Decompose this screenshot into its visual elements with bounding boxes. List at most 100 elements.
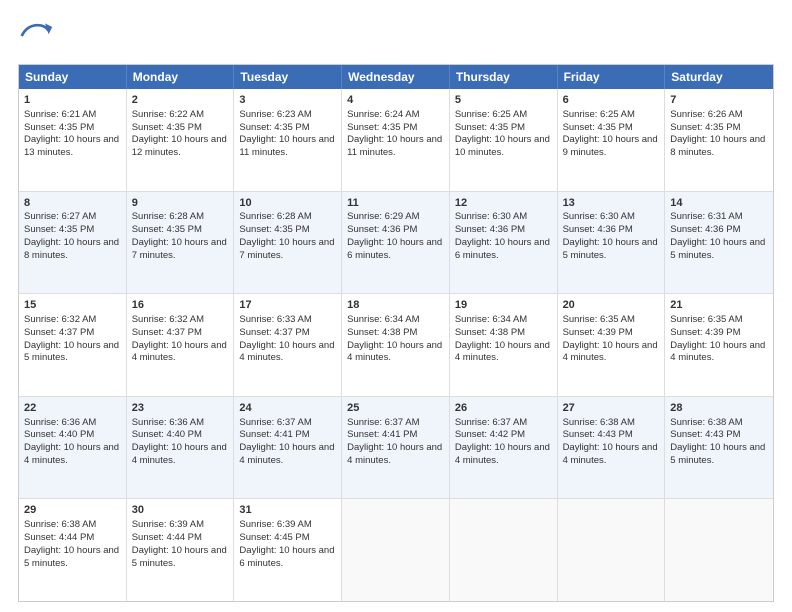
daylight: Daylight: 10 hours and 5 minutes.	[24, 545, 119, 569]
calendar-cell: 20 Sunrise: 6:35 AM Sunset: 4:39 PM Dayl…	[558, 294, 666, 396]
sunrise: Sunrise: 6:37 AM	[347, 417, 419, 428]
page: SundayMondayTuesdayWednesdayThursdayFrid…	[0, 0, 792, 612]
sunrise: Sunrise: 6:33 AM	[239, 314, 311, 325]
sunset: Sunset: 4:38 PM	[455, 327, 525, 338]
sunrise: Sunrise: 6:22 AM	[132, 109, 204, 120]
sunset: Sunset: 4:36 PM	[670, 224, 740, 235]
calendar-cell	[342, 499, 450, 601]
sunset: Sunset: 4:36 PM	[455, 224, 525, 235]
day-number: 3	[239, 93, 336, 108]
daylight: Daylight: 10 hours and 5 minutes.	[670, 237, 765, 261]
sunrise: Sunrise: 6:32 AM	[24, 314, 96, 325]
calendar-cell: 23 Sunrise: 6:36 AM Sunset: 4:40 PM Dayl…	[127, 397, 235, 499]
sunrise: Sunrise: 6:39 AM	[132, 519, 204, 530]
daylight: Daylight: 10 hours and 4 minutes.	[239, 340, 334, 364]
sunset: Sunset: 4:41 PM	[347, 429, 417, 440]
sunset: Sunset: 4:39 PM	[670, 327, 740, 338]
day-number: 12	[455, 196, 552, 211]
day-number: 6	[563, 93, 660, 108]
day-number: 1	[24, 93, 121, 108]
calendar-cell: 9 Sunrise: 6:28 AM Sunset: 4:35 PM Dayli…	[127, 192, 235, 294]
calendar-row: 1 Sunrise: 6:21 AM Sunset: 4:35 PM Dayli…	[19, 89, 773, 191]
day-number: 18	[347, 298, 444, 313]
sunset: Sunset: 4:35 PM	[24, 224, 94, 235]
sunset: Sunset: 4:41 PM	[239, 429, 309, 440]
sunrise: Sunrise: 6:37 AM	[455, 417, 527, 428]
day-number: 2	[132, 93, 229, 108]
day-number: 23	[132, 401, 229, 416]
sunset: Sunset: 4:37 PM	[132, 327, 202, 338]
sunrise: Sunrise: 6:25 AM	[455, 109, 527, 120]
daylight: Daylight: 10 hours and 13 minutes.	[24, 134, 119, 158]
calendar-cell: 21 Sunrise: 6:35 AM Sunset: 4:39 PM Dayl…	[665, 294, 773, 396]
sunrise: Sunrise: 6:36 AM	[132, 417, 204, 428]
calendar-cell: 18 Sunrise: 6:34 AM Sunset: 4:38 PM Dayl…	[342, 294, 450, 396]
daylight: Daylight: 10 hours and 9 minutes.	[563, 134, 658, 158]
day-number: 8	[24, 196, 121, 211]
day-number: 16	[132, 298, 229, 313]
daylight: Daylight: 10 hours and 6 minutes.	[347, 237, 442, 261]
day-number: 4	[347, 93, 444, 108]
sunset: Sunset: 4:44 PM	[132, 532, 202, 543]
weekday-header: Monday	[127, 65, 235, 89]
day-number: 15	[24, 298, 121, 313]
sunrise: Sunrise: 6:32 AM	[132, 314, 204, 325]
sunset: Sunset: 4:40 PM	[24, 429, 94, 440]
calendar-cell: 28 Sunrise: 6:38 AM Sunset: 4:43 PM Dayl…	[665, 397, 773, 499]
sunset: Sunset: 4:36 PM	[563, 224, 633, 235]
day-number: 25	[347, 401, 444, 416]
sunset: Sunset: 4:35 PM	[347, 122, 417, 133]
sunrise: Sunrise: 6:27 AM	[24, 211, 96, 222]
day-number: 7	[670, 93, 768, 108]
calendar-cell: 27 Sunrise: 6:38 AM Sunset: 4:43 PM Dayl…	[558, 397, 666, 499]
daylight: Daylight: 10 hours and 4 minutes.	[24, 442, 119, 466]
sunset: Sunset: 4:35 PM	[670, 122, 740, 133]
day-number: 26	[455, 401, 552, 416]
calendar-cell	[450, 499, 558, 601]
daylight: Daylight: 10 hours and 10 minutes.	[455, 134, 550, 158]
weekday-header: Saturday	[665, 65, 773, 89]
sunset: Sunset: 4:36 PM	[347, 224, 417, 235]
daylight: Daylight: 10 hours and 4 minutes.	[347, 340, 442, 364]
daylight: Daylight: 10 hours and 6 minutes.	[455, 237, 550, 261]
calendar-cell: 14 Sunrise: 6:31 AM Sunset: 4:36 PM Dayl…	[665, 192, 773, 294]
sunset: Sunset: 4:35 PM	[24, 122, 94, 133]
sunset: Sunset: 4:42 PM	[455, 429, 525, 440]
daylight: Daylight: 10 hours and 7 minutes.	[239, 237, 334, 261]
calendar-cell: 29 Sunrise: 6:38 AM Sunset: 4:44 PM Dayl…	[19, 499, 127, 601]
day-number: 10	[239, 196, 336, 211]
calendar-cell: 13 Sunrise: 6:30 AM Sunset: 4:36 PM Dayl…	[558, 192, 666, 294]
sunset: Sunset: 4:43 PM	[670, 429, 740, 440]
calendar-cell: 22 Sunrise: 6:36 AM Sunset: 4:40 PM Dayl…	[19, 397, 127, 499]
sunset: Sunset: 4:44 PM	[24, 532, 94, 543]
day-number: 27	[563, 401, 660, 416]
sunrise: Sunrise: 6:36 AM	[24, 417, 96, 428]
calendar-cell: 25 Sunrise: 6:37 AM Sunset: 4:41 PM Dayl…	[342, 397, 450, 499]
calendar-cell: 2 Sunrise: 6:22 AM Sunset: 4:35 PM Dayli…	[127, 89, 235, 191]
weekday-header: Wednesday	[342, 65, 450, 89]
day-number: 20	[563, 298, 660, 313]
weekday-header: Sunday	[19, 65, 127, 89]
day-number: 21	[670, 298, 768, 313]
sunrise: Sunrise: 6:38 AM	[563, 417, 635, 428]
daylight: Daylight: 10 hours and 5 minutes.	[563, 237, 658, 261]
day-number: 29	[24, 503, 121, 518]
daylight: Daylight: 10 hours and 4 minutes.	[455, 442, 550, 466]
sunset: Sunset: 4:35 PM	[455, 122, 525, 133]
calendar-cell: 26 Sunrise: 6:37 AM Sunset: 4:42 PM Dayl…	[450, 397, 558, 499]
sunrise: Sunrise: 6:28 AM	[239, 211, 311, 222]
sunset: Sunset: 4:35 PM	[239, 224, 309, 235]
daylight: Daylight: 10 hours and 5 minutes.	[24, 340, 119, 364]
weekday-header: Thursday	[450, 65, 558, 89]
calendar-cell	[665, 499, 773, 601]
sunset: Sunset: 4:38 PM	[347, 327, 417, 338]
daylight: Daylight: 10 hours and 11 minutes.	[239, 134, 334, 158]
sunrise: Sunrise: 6:35 AM	[670, 314, 742, 325]
calendar-row: 22 Sunrise: 6:36 AM Sunset: 4:40 PM Dayl…	[19, 396, 773, 499]
daylight: Daylight: 10 hours and 5 minutes.	[670, 442, 765, 466]
day-number: 9	[132, 196, 229, 211]
calendar-cell: 8 Sunrise: 6:27 AM Sunset: 4:35 PM Dayli…	[19, 192, 127, 294]
calendar-cell: 15 Sunrise: 6:32 AM Sunset: 4:37 PM Dayl…	[19, 294, 127, 396]
day-number: 14	[670, 196, 768, 211]
calendar-cell: 5 Sunrise: 6:25 AM Sunset: 4:35 PM Dayli…	[450, 89, 558, 191]
